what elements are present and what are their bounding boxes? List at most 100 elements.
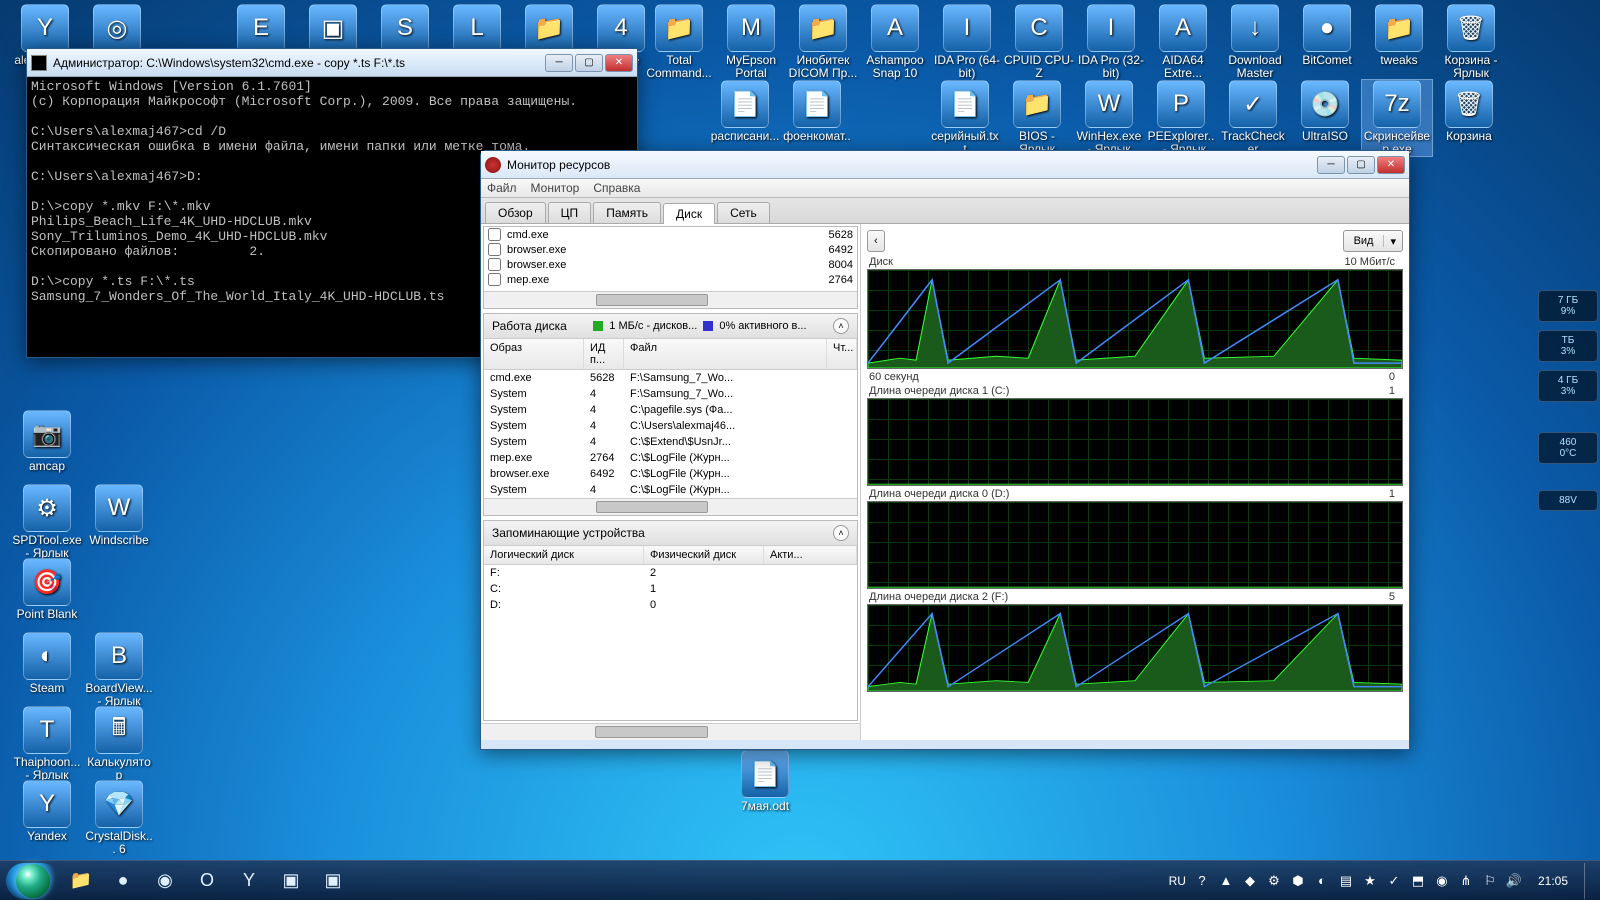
process-checkbox[interactable] — [488, 258, 501, 271]
sidebar-gadget[interactable]: 4600°C — [1538, 432, 1598, 464]
tray-icon[interactable]: ◆ — [1242, 873, 1258, 889]
desktop-icon[interactable]: MMyEpson Portal — [716, 4, 786, 80]
desktop-icon[interactable]: PPEExplorer... - Ярлык — [1146, 80, 1216, 156]
desktop-icon[interactable]: ↓Download Master — [1220, 4, 1290, 80]
table-row[interactable]: browser.exe6492C:\$LogFile (Журн... — [484, 466, 857, 482]
taskbar-button[interactable]: O — [187, 865, 227, 897]
view-button[interactable]: Вид▾ — [1343, 230, 1403, 252]
menu-item[interactable]: Справка — [593, 181, 640, 195]
table-header[interactable]: Образ ИД п... Файл Чт... — [484, 339, 857, 370]
close-button[interactable]: ✕ — [1377, 156, 1405, 174]
minimize-button[interactable]: ─ — [1317, 156, 1345, 174]
scrollbar[interactable] — [484, 498, 857, 515]
tray-icon[interactable]: ▤ — [1338, 873, 1354, 889]
tab-Сеть[interactable]: Сеть — [717, 202, 770, 223]
resmon-titlebar[interactable]: Монитор ресурсов ─ ▢ ✕ — [481, 151, 1409, 179]
table-row[interactable]: cmd.exe5628F:\Samsung_7_Wo... — [484, 370, 857, 386]
process-checkbox[interactable] — [488, 273, 501, 286]
volume-icon[interactable]: 🔊 — [1506, 873, 1522, 889]
tab-Диск[interactable]: Диск — [663, 203, 715, 224]
scrollbar[interactable] — [481, 723, 860, 740]
tray-icon[interactable]: ◐ — [1314, 873, 1330, 889]
desktop-icon[interactable]: IIDA Pro (64-bit) — [932, 4, 1002, 80]
scrollbar[interactable] — [484, 291, 857, 308]
table-row[interactable]: D:0 — [484, 597, 857, 613]
desktop-icon[interactable]: 📄серийный.txt — [930, 80, 1000, 156]
tray-icon[interactable]: ⚙ — [1266, 873, 1282, 889]
language-indicator[interactable]: RU — [1169, 874, 1186, 888]
desktop-icon[interactable]: 💿UltraISO — [1290, 80, 1360, 143]
tray-icon[interactable]: ▲ — [1218, 873, 1234, 889]
disk-activity-header[interactable]: Работа диска 1 МБ/с - дисков... 0% актив… — [484, 314, 857, 339]
sidebar-gadget[interactable]: ТБ3% — [1538, 330, 1598, 362]
menubar[interactable]: Файл Монитор Справка — [481, 179, 1409, 198]
disk-activity-table[interactable]: cmd.exe5628F:\Samsung_7_Wo...System4F:\S… — [484, 370, 857, 498]
desktop-icon[interactable]: ◐Steam — [12, 632, 82, 695]
tab-Обзор[interactable]: Обзор — [485, 202, 546, 223]
sidebar-gadget[interactable]: 4 ГБ3% — [1538, 370, 1598, 402]
show-desktop-button[interactable] — [1584, 863, 1594, 899]
table-row[interactable]: System4C:\$Extend\$UsnJr... — [484, 434, 857, 450]
tray-icon[interactable]: ★ — [1362, 873, 1378, 889]
collapse-icon[interactable]: ˄ — [833, 525, 849, 541]
desktop-icon[interactable]: 🗑Корзина - Ярлык — [1436, 4, 1506, 80]
desktop-icon[interactable]: ✓TrackChecker — [1218, 80, 1288, 156]
process-checkbox[interactable] — [488, 243, 501, 256]
desktop-icon[interactable]: 💎CrystalDisk... 6 — [84, 780, 154, 856]
table-row[interactable]: System4F:\Samsung_7_Wo... — [484, 386, 857, 402]
table-row[interactable]: System4C:\pagefile.sys (Фа... — [484, 402, 857, 418]
maximize-button[interactable]: ▢ — [1347, 156, 1375, 174]
tray-icon[interactable]: ⬒ — [1410, 873, 1426, 889]
desktop-icon[interactable]: WWinHex.exe - Ярлык — [1074, 80, 1144, 156]
desktop-icon[interactable]: 📄расписани... — [710, 80, 780, 143]
desktop-icon[interactable]: 📄7мая.odt — [730, 750, 800, 813]
storage-header[interactable]: Запоминающие устройства ˄ — [484, 521, 857, 546]
desktop-icon[interactable]: 🎯Point Blank — [12, 558, 82, 621]
table-header[interactable]: Логический диск Физический диск Акти... — [484, 546, 857, 565]
process-row[interactable]: cmd.exe5628 — [484, 227, 857, 242]
desktop-icon[interactable]: IIDA Pro (32-bit) — [1076, 4, 1146, 80]
clock[interactable]: 21:05 — [1530, 874, 1576, 888]
desktop-icon[interactable]: AAshampoo Snap 10 — [860, 4, 930, 80]
flag-icon[interactable]: ⚐ — [1482, 873, 1498, 889]
network-icon[interactable]: ⋔ — [1458, 873, 1474, 889]
sidebar-gadget[interactable]: 7 ГБ9% — [1538, 290, 1598, 322]
process-list[interactable]: cmd.exe5628browser.exe6492browser.exe800… — [484, 227, 857, 291]
process-row[interactable]: browser.exe6492 — [484, 242, 857, 257]
table-row[interactable]: mep.exe2764C:\$LogFile (Журн... — [484, 450, 857, 466]
menu-item[interactable]: Монитор — [531, 181, 580, 195]
collapse-icon[interactable]: ˄ — [833, 318, 849, 334]
process-row[interactable]: browser.exe8004 — [484, 257, 857, 272]
maximize-button[interactable]: ▢ — [575, 54, 603, 72]
process-row[interactable]: mep.exe2764 — [484, 272, 857, 287]
desktop-icon[interactable]: AAIDA64 Extre... — [1148, 4, 1218, 80]
desktop-icon[interactable]: 📁Инобитек DICOM Пр... — [788, 4, 858, 80]
taskbar-button[interactable]: 📁 — [61, 865, 101, 897]
sidebar-gadget[interactable]: 88V — [1538, 490, 1598, 511]
desktop-icon[interactable]: 📄фоенкомат... — [782, 80, 852, 156]
expand-button[interactable]: ‹ — [867, 230, 885, 252]
table-row[interactable]: System4C:\$LogFile (Журн... — [484, 482, 857, 498]
close-button[interactable]: ✕ — [605, 54, 633, 72]
desktop-icon[interactable]: CCPUID CPU-Z — [1004, 4, 1074, 80]
tray-icon[interactable]: ◉ — [1434, 873, 1450, 889]
resource-monitor-window[interactable]: Монитор ресурсов ─ ▢ ✕ Файл Монитор Справк… — [480, 150, 1410, 750]
desktop-icon[interactable]: BBoardView... - Ярлык — [84, 632, 154, 708]
taskbar[interactable]: 📁●◉OY▣▣ RU ? ▲ ◆ ⚙ ⬢ ◐ ▤ ★ ✓ ⬒ ◉ ⋔ ⚐ 🔊 2… — [0, 860, 1600, 900]
desktop-icon[interactable]: ⚙SPDTool.exe - Ярлык — [12, 484, 82, 560]
desktop-icon[interactable]: WWindscribe — [84, 484, 154, 547]
menu-item[interactable]: Файл — [487, 181, 517, 195]
desktop-icon[interactable]: 📷amcap — [12, 410, 82, 473]
table-row[interactable]: C:1 — [484, 581, 857, 597]
desktop-icon[interactable]: YYandex — [12, 780, 82, 843]
tab-ЦП[interactable]: ЦП — [548, 202, 592, 223]
desktop-icon[interactable]: TThaiphoon... - Ярлык — [12, 706, 82, 782]
desktop-icon[interactable]: 📁Total Command... — [644, 4, 714, 80]
help-icon[interactable]: ? — [1194, 873, 1210, 889]
tabbar[interactable]: ОбзорЦППамятьДискСеть — [481, 198, 1409, 224]
system-tray[interactable]: RU ? ▲ ◆ ⚙ ⬢ ◐ ▤ ★ ✓ ⬒ ◉ ⋔ ⚐ 🔊 21:05 — [1169, 863, 1594, 899]
taskbar-button[interactable]: ◉ — [145, 865, 185, 897]
tray-icon[interactable]: ⬢ — [1290, 873, 1306, 889]
storage-table[interactable]: F:2C:1D:0 — [484, 565, 857, 613]
cmd-titlebar[interactable]: Администратор: C:\Windows\system32\cmd.e… — [27, 49, 637, 77]
